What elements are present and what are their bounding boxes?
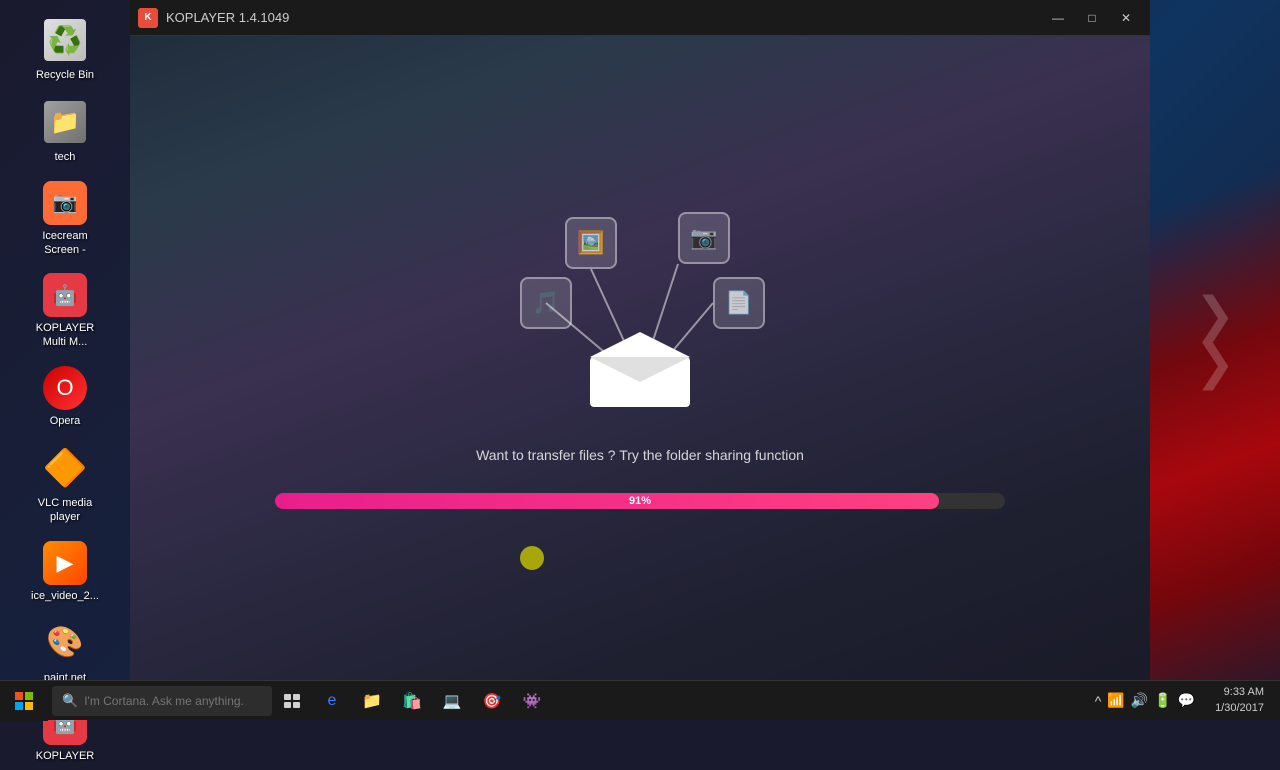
cortana-search[interactable]: 🔍 (52, 686, 272, 716)
desktop-icon-koplayer-multi[interactable]: 🤖 KOPLAYER Multi M... (20, 267, 110, 356)
task-view-button[interactable] (272, 681, 312, 721)
ice-video-icon: ▶ (43, 541, 87, 585)
start-button[interactable] (0, 681, 48, 721)
edge-button[interactable]: e (312, 681, 352, 721)
photo-icon-1: 🖼️ (565, 217, 617, 269)
tray-notification-icon[interactable]: 💬 (1178, 692, 1195, 709)
clock-date: 1/30/2017 (1215, 701, 1264, 716)
window-maximize-button[interactable]: □ (1076, 4, 1108, 32)
vlc-label: VLC media player (28, 496, 102, 525)
icecream-icon: 📷 (43, 181, 87, 225)
recycle-bin-icon: ♻️ (41, 16, 89, 64)
file-transfer-illustration: 🖼️ 📷 🎵 📄 (500, 207, 780, 427)
window-titlebar: K KOPLAYER 1.4.1049 — □ ✕ (130, 0, 1150, 36)
mouse-cursor (520, 546, 544, 570)
desktop-icon-recycle-bin[interactable]: ♻️ Recycle Bin (20, 10, 110, 88)
desktop-icon-icecream[interactable]: 📷 Icecream Screen - (20, 175, 110, 264)
right-decoration: ❯❯ (1150, 0, 1280, 680)
document-icon: 📄 (713, 277, 765, 329)
opera-icon: O (43, 366, 87, 410)
chevron-icon: ❯❯ (1195, 292, 1235, 388)
clock-time: 9:33 AM (1215, 685, 1264, 700)
store-button[interactable]: 🛍️ (392, 681, 432, 721)
window-content: 🖼️ 📷 🎵 📄 (130, 36, 1150, 680)
taskbar-icon-5[interactable]: 🎯 (472, 681, 512, 721)
desktop-sidebar: ♻️ Recycle Bin 📁 tech 📷 Icecream Screen … (0, 0, 130, 680)
recycle-bin-label: Recycle Bin (36, 68, 94, 82)
desktop-icon-tech[interactable]: 📁 tech (20, 92, 110, 170)
koplayer-multi-icon: 🤖 (43, 273, 87, 317)
window-close-button[interactable]: ✕ (1110, 4, 1142, 32)
system-tray: ^ 📶 🔊 🔋 💬 9:33 AM 1/30/2017 (1087, 685, 1280, 716)
desktop-icon-ice-video[interactable]: ▶ ice_video_2... (20, 535, 110, 609)
vlc-icon: 🔶 (41, 444, 89, 492)
window-controls: — □ ✕ (1042, 4, 1142, 32)
taskbar-clock: 9:33 AM 1/30/2017 (1207, 685, 1272, 716)
taskbar-icon-6[interactable]: 👾 (512, 681, 552, 721)
desktop: ♻️ Recycle Bin 📁 tech 📷 Icecream Screen … (0, 0, 1280, 720)
progress-label: 91% (629, 495, 651, 507)
transfer-description: Want to transfer files ? Try the folder … (476, 447, 804, 463)
file-explorer-button[interactable]: 📁 (352, 681, 392, 721)
inbox-tray-icon (585, 327, 695, 407)
progress-bar-fill (275, 493, 939, 509)
progress-bar-container: 91% (275, 493, 1005, 509)
koplayer-label: KOPLAYER (36, 749, 95, 763)
tech-label: tech (55, 150, 76, 164)
opera-label: Opera (50, 414, 81, 428)
taskbar: 🔍 e 📁 🛍️ 💻 🎯 👾 ^ 📶 🔊 (0, 680, 1280, 720)
tray-icons: ^ 📶 🔊 🔋 💬 (1087, 692, 1203, 709)
window-logo-icon: K (138, 8, 158, 28)
taskbar-icon-4[interactable]: 💻 (432, 681, 472, 721)
tray-volume-icon[interactable]: 🔊 (1131, 692, 1148, 709)
photo-icon-2: 📷 (678, 212, 730, 264)
window-title: KOPLAYER 1.4.1049 (166, 10, 1042, 25)
search-input[interactable] (84, 694, 262, 708)
ice-video-label: ice_video_2... (31, 589, 99, 603)
desktop-icon-vlc[interactable]: 🔶 VLC media player (20, 438, 110, 531)
koplayer-multi-label: KOPLAYER Multi M... (28, 321, 102, 350)
tray-network-icon[interactable]: 📶 (1107, 692, 1124, 709)
paintnet-icon: 🎨 (41, 619, 89, 667)
icecream-label: Icecream Screen - (28, 229, 102, 258)
search-icon: 🔍 (62, 693, 78, 709)
music-icon: 🎵 (520, 277, 572, 329)
desktop-icon-opera[interactable]: O Opera (20, 360, 110, 434)
tray-battery-icon[interactable]: 🔋 (1154, 692, 1171, 709)
tech-folder-icon: 📁 (41, 98, 89, 146)
window-minimize-button[interactable]: — (1042, 4, 1074, 32)
koplayer-window: K KOPLAYER 1.4.1049 — □ ✕ 🖼️ 📷 (130, 0, 1150, 680)
tray-arrow-icon[interactable]: ^ (1095, 693, 1102, 709)
